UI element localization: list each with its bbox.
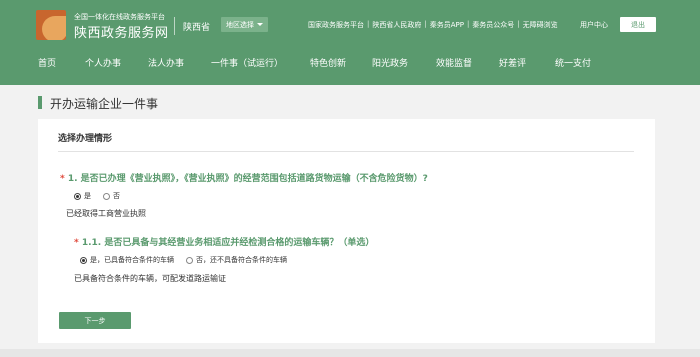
brand-divider <box>174 17 175 35</box>
next-step-button[interactable]: 下一步 <box>59 312 131 329</box>
nav-item-innovation[interactable]: 特色创新 <box>310 56 346 69</box>
link-separator: | <box>466 20 470 28</box>
nav-item-home[interactable]: 首页 <box>38 56 56 69</box>
option-label: 否，还不具备符合条件的车辆 <box>196 256 287 264</box>
brand-subtitle: 全国一体化在线政务服务平台 <box>74 13 165 21</box>
option-label: 是 <box>84 192 91 200</box>
nav-item-corporate[interactable]: 法人办事 <box>148 56 184 69</box>
required-marker: * <box>60 174 65 184</box>
section-divider <box>58 151 634 152</box>
section-title: 选择办理情形 <box>58 134 113 144</box>
top-link-provincial-government[interactable]: 陕西省人民政府 <box>372 20 421 30</box>
top-link-accessibility[interactable]: 无障碍浏览 <box>523 20 558 30</box>
question-1-1-options: 是，已具备符合条件的车辆 否，还不具备符合条件的车辆 <box>80 255 299 265</box>
required-marker: * <box>74 238 79 248</box>
caret-down-icon <box>257 23 263 26</box>
radio-unselected-icon[interactable] <box>103 192 110 200</box>
question-1-option-no[interactable]: 否 <box>103 191 120 201</box>
top-link-official-account[interactable]: 秦务员公众号 <box>472 20 514 30</box>
nav-item-supervision[interactable]: 效能监督 <box>436 56 472 69</box>
nav-item-open-government[interactable]: 阳光政务 <box>372 56 408 69</box>
link-separator: | <box>367 20 370 28</box>
main-nav: 首页 个人办事 法人办事 一件事（试运行） 特色创新 阳光政务 效能监督 好差评… <box>0 46 700 85</box>
question-1-1-result: 已具备符合条件的车辆，可配发道路运输证 <box>74 274 226 283</box>
user-center-link[interactable]: 用户中心 <box>580 20 608 30</box>
question-1-option-yes[interactable]: 是 <box>74 191 91 201</box>
question-1-1-option-yes[interactable]: 是，已具备符合条件的车辆 <box>80 255 174 265</box>
radio-selected-icon[interactable] <box>74 192 81 200</box>
brand-title[interactable]: 陕西政务服务网 <box>74 22 169 41</box>
situation-form-card: 选择办理情形 * 1. 是否已办理《营业执照》，《营业执照》的经营范围包括道路货… <box>38 119 655 343</box>
top-link-app[interactable]: 秦务员APP <box>430 20 464 30</box>
top-bar: 全国一体化在线政务服务平台 陕西政务服务网 陕西省 地区选择 国家政务服务平台 … <box>0 0 700 46</box>
nav-item-one-thing[interactable]: 一件事（试运行） <box>211 56 283 69</box>
question-1-text: 1. 是否已办理《营业执照》，《营业执照》的经营范围包括道路货物运输（不含危险货… <box>67 174 428 184</box>
radio-unselected-icon[interactable] <box>186 256 193 264</box>
question-1: * 1. 是否已办理《营业执照》，《营业执照》的经营范围包括道路货物运输（不含危… <box>60 171 428 184</box>
nav-item-rating[interactable]: 好差评 <box>499 56 526 69</box>
logout-button[interactable]: 退出 <box>620 17 656 32</box>
top-link-national-platform[interactable]: 国家政务服务平台 <box>308 20 364 30</box>
option-label: 是，已具备符合条件的车辆 <box>90 256 174 264</box>
question-1-options: 是 否 <box>74 191 132 201</box>
nav-item-personal[interactable]: 个人办事 <box>85 56 121 69</box>
page-title: 开办运输企业一件事 <box>50 97 159 111</box>
site-header: 全国一体化在线政务服务平台 陕西政务服务网 陕西省 地区选择 国家政务服务平台 … <box>0 0 700 85</box>
title-accent-bar <box>38 96 42 109</box>
page-footer-strip <box>0 349 700 357</box>
site-logo[interactable] <box>36 10 66 40</box>
question-1-1-option-no[interactable]: 否，还不具备符合条件的车辆 <box>186 255 287 265</box>
nav-item-payment[interactable]: 统一支付 <box>555 56 591 69</box>
top-links: 国家政务服务平台 | 陕西省人民政府 | 秦务员APP | 秦务员公众号 | 无… <box>308 20 558 30</box>
question-1-1: * 1.1. 是否已具备与其经营业务相适应并经检测合格的运输车辆？（单选） <box>74 235 374 248</box>
region-select-button[interactable]: 地区选择 <box>221 17 268 32</box>
link-separator: | <box>424 20 427 28</box>
link-separator: | <box>517 20 520 28</box>
province-label: 陕西省 <box>183 23 211 33</box>
region-select-label: 地区选择 <box>226 20 254 29</box>
question-1-1-text: 1.1. 是否已具备与其经营业务相适应并经检测合格的运输车辆？（单选） <box>81 238 375 248</box>
question-1-result: 已经取得工商营业执照 <box>66 209 146 218</box>
option-label: 否 <box>113 192 120 200</box>
radio-selected-icon[interactable] <box>80 256 87 264</box>
